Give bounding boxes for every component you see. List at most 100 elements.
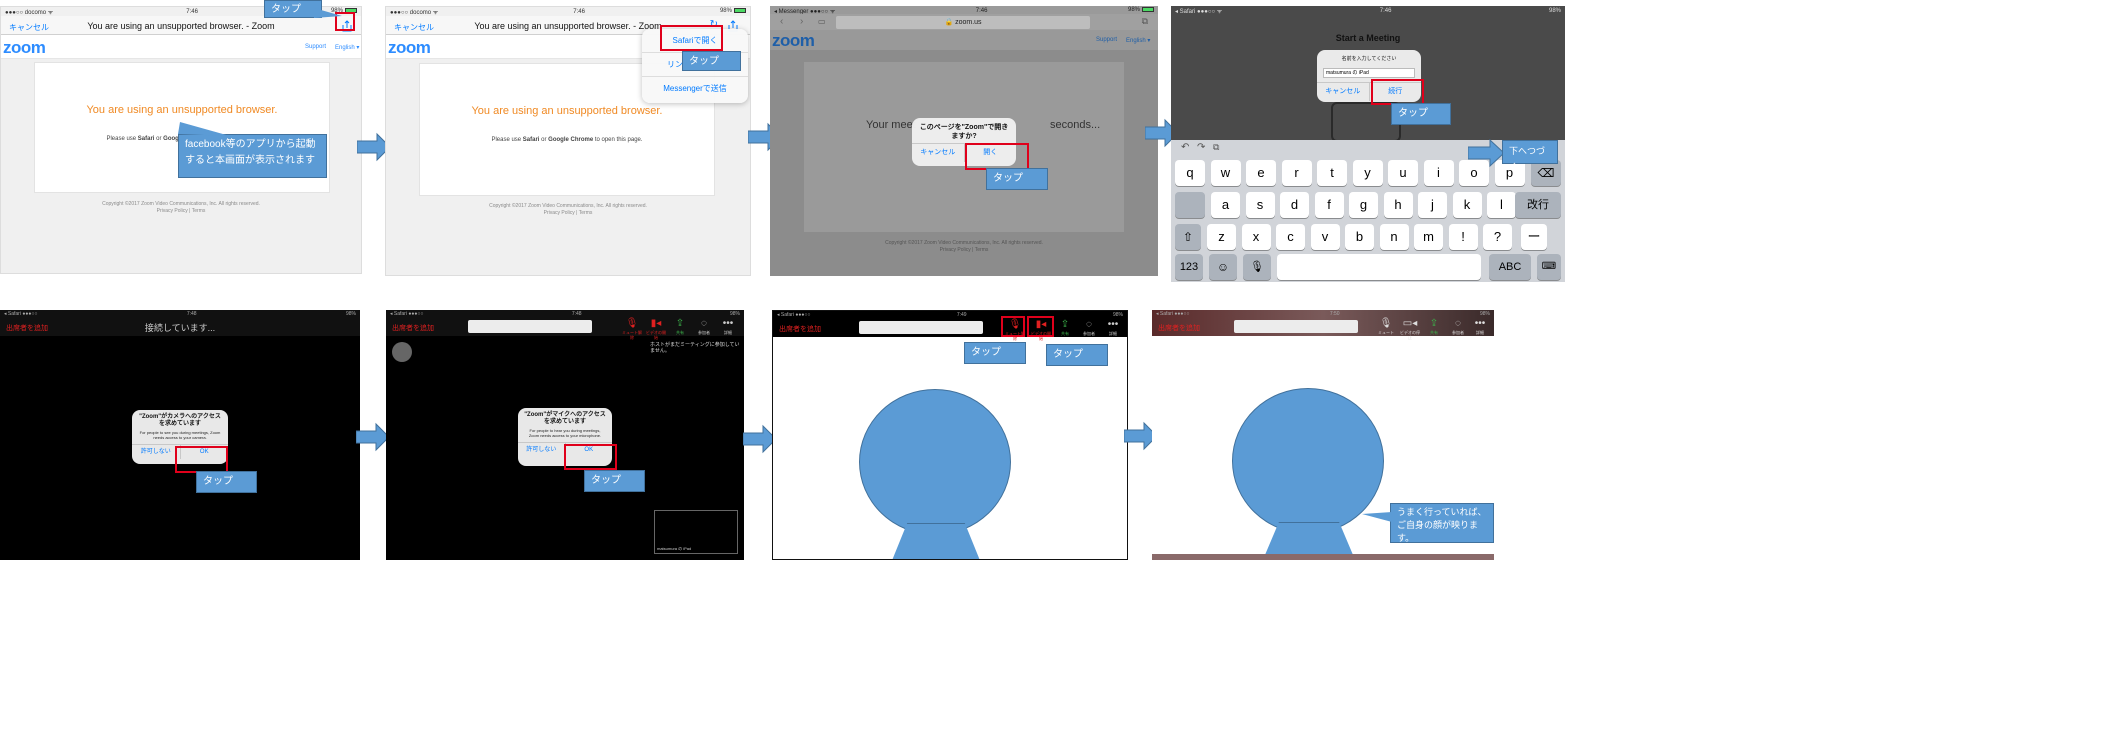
- url-bar[interactable]: 🔒 zoom.us: [836, 16, 1090, 29]
- video-icon: ▭◂: [1402, 318, 1418, 329]
- more-tool[interactable]: ••• 詳細: [1470, 318, 1490, 335]
- paste-icon[interactable]: ⧉: [1213, 142, 1219, 153]
- back-icon[interactable]: ‹: [780, 16, 783, 27]
- callout-tap: タップ: [584, 470, 645, 492]
- step3-screenshot: ◂ Messenger ●●●○○ ᯤ 7:46 98% ‹ › ▭ 🔒 zoo…: [770, 6, 1158, 276]
- dash-key[interactable]: ー: [1521, 224, 1547, 250]
- key-y[interactable]: y: [1352, 160, 1383, 186]
- carrier-label: ●●●○○ docomo ᯤ: [5, 9, 54, 16]
- callout-note-pointer: [178, 122, 230, 136]
- meeting-id-field: [1234, 320, 1358, 333]
- language-select[interactable]: English ▾: [335, 44, 359, 51]
- unmute-tool[interactable]: 🎙 ミュート解除: [622, 318, 642, 340]
- key-?[interactable]: ?: [1483, 224, 1512, 250]
- participants-tool[interactable]: ◌ 参加者: [694, 318, 714, 335]
- key-i[interactable]: i: [1423, 160, 1454, 186]
- menu-send-messenger[interactable]: Messengerで送信: [642, 77, 748, 101]
- key-m[interactable]: m: [1414, 224, 1443, 250]
- share-tool[interactable]: ⇪ 共有: [1055, 319, 1075, 336]
- mic-key[interactable]: 🎙: [1243, 254, 1271, 280]
- key-d[interactable]: d: [1280, 192, 1309, 218]
- page-title: You are using an unsupported browser. - …: [87, 21, 275, 31]
- key-b[interactable]: b: [1345, 224, 1374, 250]
- undo-icon[interactable]: ↶: [1181, 142, 1189, 153]
- key-u[interactable]: u: [1388, 160, 1418, 186]
- tab-key[interactable]: [1175, 192, 1205, 218]
- space-key[interactable]: [1277, 254, 1481, 280]
- key-e[interactable]: e: [1246, 160, 1276, 186]
- tabs-icon[interactable]: ⧉: [1142, 16, 1148, 27]
- deny-button[interactable]: 許可しない: [132, 445, 180, 459]
- mic-muted-icon: 🎙: [625, 318, 639, 329]
- abc-key[interactable]: ABC: [1489, 254, 1531, 280]
- zoom-logo: zoom: [3, 38, 46, 57]
- participants-tool[interactable]: ◌ 参加者: [1079, 319, 1099, 336]
- forward-icon[interactable]: ›: [800, 16, 803, 27]
- start-video-tool[interactable]: ▮◂ ビデオの開始: [646, 318, 666, 340]
- avatar: [392, 342, 412, 362]
- stop-video-tool[interactable]: ▭◂ ビデオの停止: [1400, 318, 1420, 340]
- more-tool[interactable]: ••• 詳細: [718, 318, 738, 335]
- participants-icon: ◌: [1455, 318, 1461, 329]
- key-r[interactable]: r: [1281, 160, 1312, 186]
- meeting-header: ◂ Safari ●●●○○ 7:50 98% 出席者を追加 🎙 ミュート ▭◂ ビデオ…: [1152, 310, 1494, 340]
- key-c[interactable]: c: [1276, 224, 1305, 250]
- key-j[interactable]: j: [1418, 192, 1447, 218]
- battery-icon: [1142, 7, 1154, 13]
- emoji-key[interactable]: ☺: [1209, 254, 1237, 280]
- return-key[interactable]: 改行: [1515, 192, 1561, 218]
- mute-tool[interactable]: 🎙 ミュート: [1376, 318, 1396, 335]
- key-w[interactable]: w: [1210, 160, 1241, 186]
- share-icon: ⇪: [1060, 319, 1070, 330]
- more-tool[interactable]: ••• 詳細: [1103, 319, 1123, 336]
- keyboard-hide-key[interactable]: ⌨: [1537, 254, 1561, 280]
- share-tool[interactable]: ⇪ 共有: [1424, 318, 1444, 335]
- key-s[interactable]: s: [1245, 192, 1275, 218]
- invite-button[interactable]: 出席者を追加: [1158, 323, 1200, 333]
- highlight-open: [965, 143, 1029, 170]
- key-v[interactable]: v: [1310, 224, 1340, 250]
- copyright: Copyright ©2017 Zoom Video Communication…: [885, 240, 1043, 253]
- invite-button[interactable]: 出席者を追加: [779, 324, 821, 334]
- status-bar: ◂ Safari ●●●○○ 7:48 98%: [390, 311, 740, 317]
- mic-icon: 🎙: [1379, 318, 1393, 329]
- key-a[interactable]: a: [1211, 192, 1240, 218]
- dialog-title: "Zoom"がマイクへのアクセスを求めています: [524, 412, 606, 425]
- callout-tap: タップ: [682, 51, 741, 71]
- arrow-right-icon: [1468, 138, 1505, 168]
- status-bar: ◂ Safari ●●●○○ 7:48 98%: [4, 311, 356, 317]
- key-t[interactable]: t: [1317, 160, 1347, 186]
- redo-icon[interactable]: ↷: [1197, 142, 1205, 153]
- participants-tool[interactable]: ◌ 参加者: [1448, 318, 1468, 335]
- deny-button[interactable]: 許可しない: [518, 443, 565, 457]
- meeting-header: ◂ Safari ●●●○○ 7:48 98% 出席者を追加 接続しています...: [0, 310, 360, 336]
- bookmarks-icon[interactable]: ▭: [818, 17, 826, 26]
- key-x[interactable]: x: [1241, 224, 1271, 250]
- key-l[interactable]: l: [1487, 192, 1516, 218]
- dialog-title: 名前を入力してください: [1341, 56, 1397, 62]
- key-n[interactable]: n: [1379, 224, 1409, 250]
- key-![interactable]: !: [1448, 224, 1478, 250]
- copyright: Copyright ©2017 Zoom Video Communication…: [102, 201, 260, 214]
- cancel-button[interactable]: キャンセル: [1317, 83, 1369, 101]
- dialog-title: このページを"Zoom"で開きますか?: [919, 124, 1009, 140]
- invite-button[interactable]: 出席者を追加: [392, 323, 434, 333]
- key-q[interactable]: q: [1175, 160, 1205, 186]
- numbers-key[interactable]: 123: [1175, 254, 1203, 280]
- key-z[interactable]: z: [1207, 224, 1236, 250]
- participants-icon: ◌: [701, 318, 707, 329]
- name-input[interactable]: matsumura の iPad: [1323, 68, 1415, 78]
- support-link[interactable]: Support: [1096, 37, 1117, 43]
- support-link[interactable]: Support: [305, 44, 326, 50]
- start-meeting-title: Start a Meeting: [1335, 33, 1401, 43]
- key-g[interactable]: g: [1349, 192, 1378, 218]
- video-feed-strip: [1152, 554, 1494, 560]
- shift-key[interactable]: ⇧: [1175, 224, 1201, 250]
- dialog-body: For people to hear you during meetings, …: [528, 428, 602, 438]
- key-f[interactable]: f: [1314, 192, 1344, 218]
- share-tool[interactable]: ⇪ 共有: [670, 318, 690, 335]
- key-h[interactable]: h: [1383, 192, 1413, 218]
- cancel-button[interactable]: キャンセル: [912, 144, 964, 162]
- language-select[interactable]: English ▾: [1126, 37, 1150, 44]
- key-k[interactable]: k: [1452, 192, 1482, 218]
